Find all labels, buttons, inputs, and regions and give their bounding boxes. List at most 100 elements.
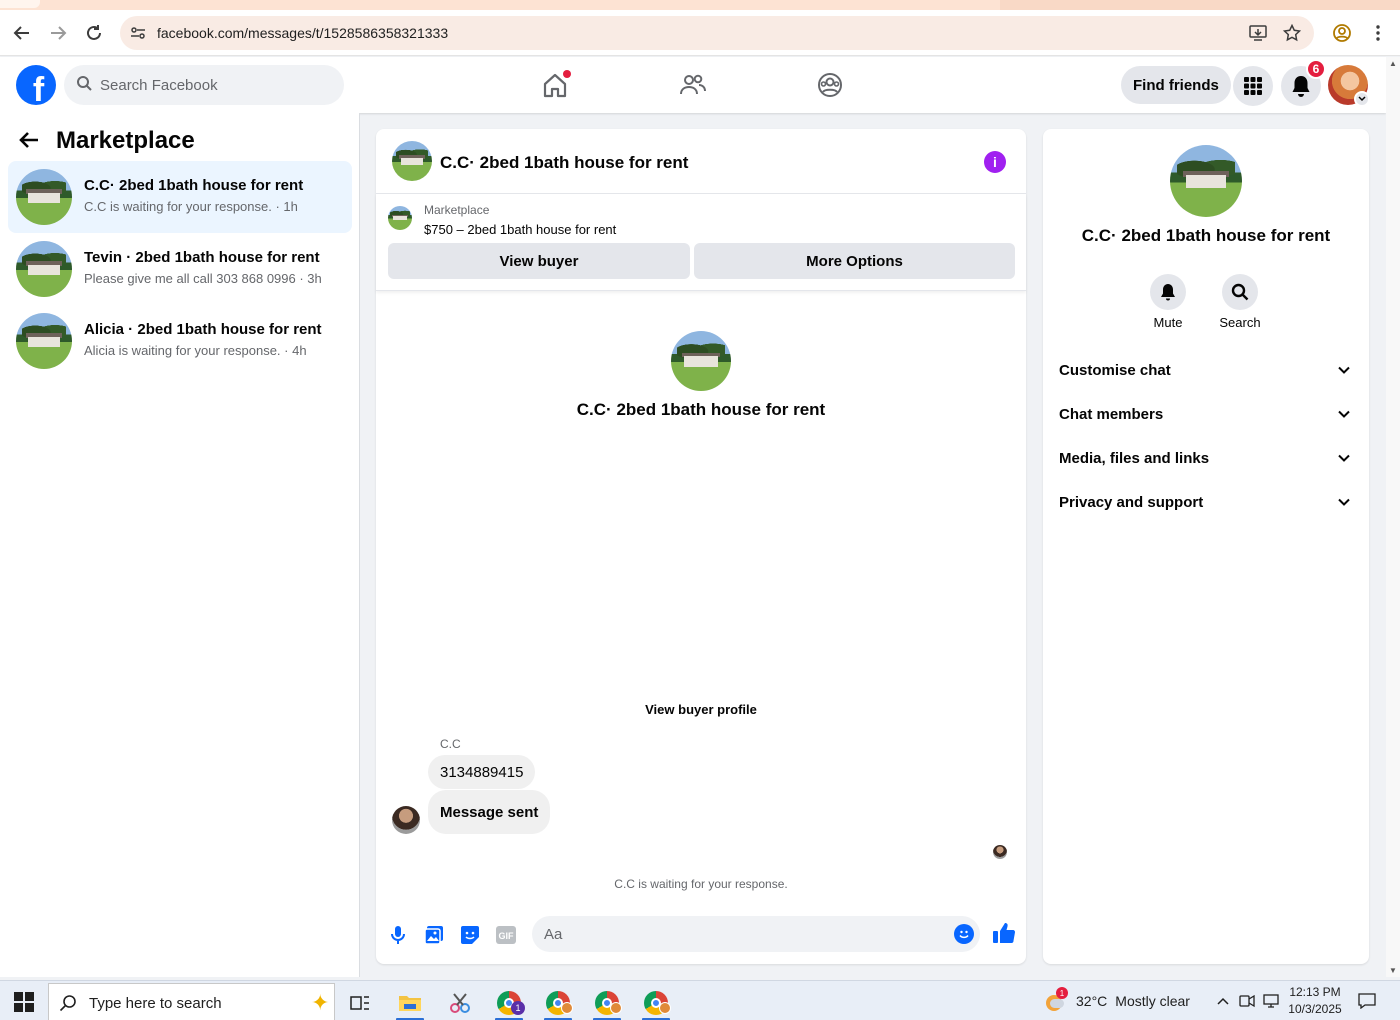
page-scrollbar[interactable]: ▲ ▼	[1386, 57, 1400, 977]
clock-time: 12:13 PM	[1289, 985, 1341, 999]
forward-arrow-icon[interactable]	[44, 19, 72, 47]
facebook-search-box[interactable]	[64, 65, 344, 105]
chrome-profile-icon[interactable]	[587, 985, 627, 1020]
bell-icon[interactable]	[1150, 274, 1186, 310]
chrome-icon[interactable]: 1	[489, 985, 529, 1020]
info-icon[interactable]: i	[984, 151, 1006, 173]
chevron-down-icon[interactable]	[1354, 91, 1370, 107]
search-icon	[59, 994, 77, 1017]
waiting-status-text: C.C is waiting for your response.	[614, 877, 788, 891]
photo-icon[interactable]	[422, 923, 446, 947]
home-notification-dot	[563, 70, 571, 78]
profile-badge	[610, 1002, 622, 1014]
bookmark-star-icon[interactable]	[1282, 23, 1302, 43]
chat-avatar[interactable]	[392, 141, 432, 181]
view-buyer-button[interactable]: View buyer	[388, 243, 690, 279]
weather-widget[interactable]: 1 32°C Mostly clear	[1046, 987, 1190, 1011]
profile-account-icon[interactable]	[1328, 19, 1356, 47]
facebook-logo-icon[interactable]: f	[16, 65, 56, 105]
chevron-down-icon	[1338, 498, 1350, 506]
tab-strip-fill	[1000, 0, 1400, 10]
back-arrow-icon[interactable]	[8, 19, 36, 47]
message-composer[interactable]	[532, 916, 980, 952]
chevron-down-icon	[1338, 366, 1350, 374]
message-bubble[interactable]: Message sent	[428, 790, 551, 834]
media-files-links-section[interactable]: Media, files and links	[1051, 439, 1361, 479]
microphone-icon[interactable]	[386, 923, 410, 947]
reload-icon[interactable]	[80, 19, 108, 47]
windows-start-icon[interactable]	[14, 992, 34, 1017]
profile-badge	[561, 1002, 573, 1014]
conversation-item[interactable]: Tevin · 2bed 1bath house for rent Please…	[8, 233, 352, 305]
conversation-title: Alicia · 2bed 1bath house for rent	[84, 321, 322, 338]
conversation-list-panel: Marketplace C.C· 2bed 1bath house for re…	[0, 113, 360, 977]
taskbar-search-text: Type here to search	[89, 995, 222, 1012]
chat-title[interactable]: C.C· 2bed 1bath house for rent	[440, 153, 688, 173]
address-bar[interactable]: facebook.com/messages/t/1528586358321333	[120, 16, 1314, 50]
chrome-profile-icon[interactable]	[538, 985, 578, 1020]
taskbar-search-box[interactable]: Type here to search ✦	[48, 983, 335, 1020]
install-app-icon[interactable]	[1248, 23, 1268, 43]
message-input[interactable]	[544, 916, 944, 952]
more-options-button[interactable]: More Options	[694, 243, 1015, 279]
conversation-item[interactable]: Alicia · 2bed 1bath house for rent Alici…	[8, 305, 352, 377]
site-settings-icon[interactable]	[128, 23, 148, 43]
search-input[interactable]	[100, 65, 330, 105]
snipping-tool-icon[interactable]	[440, 985, 480, 1020]
view-buyer-profile-link[interactable]: View buyer profile	[376, 702, 1026, 717]
meet-now-icon[interactable]	[1238, 992, 1256, 1010]
mute-button[interactable]: Mute	[1128, 274, 1208, 330]
conversation-item[interactable]: C.C· 2bed 1bath house for rent C.C is wa…	[8, 161, 352, 233]
search-icon[interactable]	[1222, 274, 1258, 310]
browser-menu-icon[interactable]	[1364, 19, 1392, 47]
friends-icon[interactable]	[677, 69, 709, 101]
find-friends-button[interactable]: Find friends	[1121, 66, 1231, 104]
conversation-avatar-large	[671, 331, 731, 391]
browser-tab-strip	[0, 0, 1400, 10]
groups-icon[interactable]	[814, 69, 846, 101]
file-explorer-icon[interactable]	[390, 985, 430, 1020]
section-label: Customise chat	[1059, 362, 1171, 379]
chrome-profile-icon[interactable]	[636, 985, 676, 1020]
scroll-down-arrow-icon[interactable]: ▼	[1389, 966, 1397, 975]
search-button[interactable]: Search	[1200, 274, 1280, 330]
copilot-sparkle-icon[interactable]: ✦	[311, 990, 329, 1016]
menu-grid-icon[interactable]	[1233, 66, 1273, 106]
weather-temperature: 32°C	[1076, 993, 1108, 1009]
details-avatar	[1170, 145, 1242, 217]
chat-details-panel: C.C· 2bed 1bath house for rent Mute Sear…	[1043, 129, 1369, 964]
chevron-down-icon	[1338, 410, 1350, 418]
emoji-icon[interactable]	[954, 924, 974, 944]
chevron-up-icon[interactable]	[1214, 992, 1232, 1010]
customise-chat-section[interactable]: Customise chat	[1051, 351, 1361, 391]
sender-avatar[interactable]	[392, 806, 420, 834]
conversation-title: Tevin · 2bed 1bath house for rent	[84, 249, 320, 266]
thumbs-up-icon[interactable]	[992, 921, 1016, 945]
sticker-icon[interactable]	[458, 923, 482, 947]
system-clock[interactable]: 12:13 PM 10/3/2025	[1284, 984, 1346, 1018]
gif-icon[interactable]: GIF	[494, 923, 518, 947]
scroll-up-arrow-icon[interactable]: ▲	[1389, 59, 1397, 68]
conversation-title: C.C· 2bed 1bath house for rent	[84, 177, 304, 194]
svg-text:GIF: GIF	[499, 931, 515, 941]
url-text[interactable]: facebook.com/messages/t/1528586358321333	[157, 25, 448, 41]
back-arrow-icon[interactable]	[18, 129, 40, 156]
privacy-support-section[interactable]: Privacy and support	[1051, 483, 1361, 523]
details-title: C.C· 2bed 1bath house for rent	[1081, 226, 1331, 245]
chat-members-section[interactable]: Chat members	[1051, 395, 1361, 435]
listing-thumbnail	[16, 313, 72, 369]
browser-tab[interactable]	[0, 0, 40, 8]
message-bubble[interactable]: 3134889415	[428, 755, 536, 789]
listing-price-title[interactable]: $750 – 2bed 1bath house for rent	[424, 222, 616, 237]
task-view-icon[interactable]	[340, 985, 380, 1020]
notification-center-icon[interactable]	[1358, 992, 1376, 1010]
facebook-header: f Find friends 6	[0, 57, 1386, 113]
listing-thumbnail[interactable]	[388, 206, 412, 230]
view-buyer-profile-label[interactable]: View buyer profile	[645, 702, 757, 717]
clock-date: 10/3/2025	[1288, 1002, 1342, 1016]
mute-label: Mute	[1153, 315, 1183, 330]
windows-taskbar: Type here to search ✦ 1 1 32°C Mostly cl…	[0, 980, 1400, 1020]
network-icon[interactable]	[1262, 992, 1280, 1010]
panel-title: Marketplace	[56, 127, 195, 154]
marketplace-listing-banner: Marketplace $750 – 2bed 1bath house for …	[376, 194, 1026, 291]
